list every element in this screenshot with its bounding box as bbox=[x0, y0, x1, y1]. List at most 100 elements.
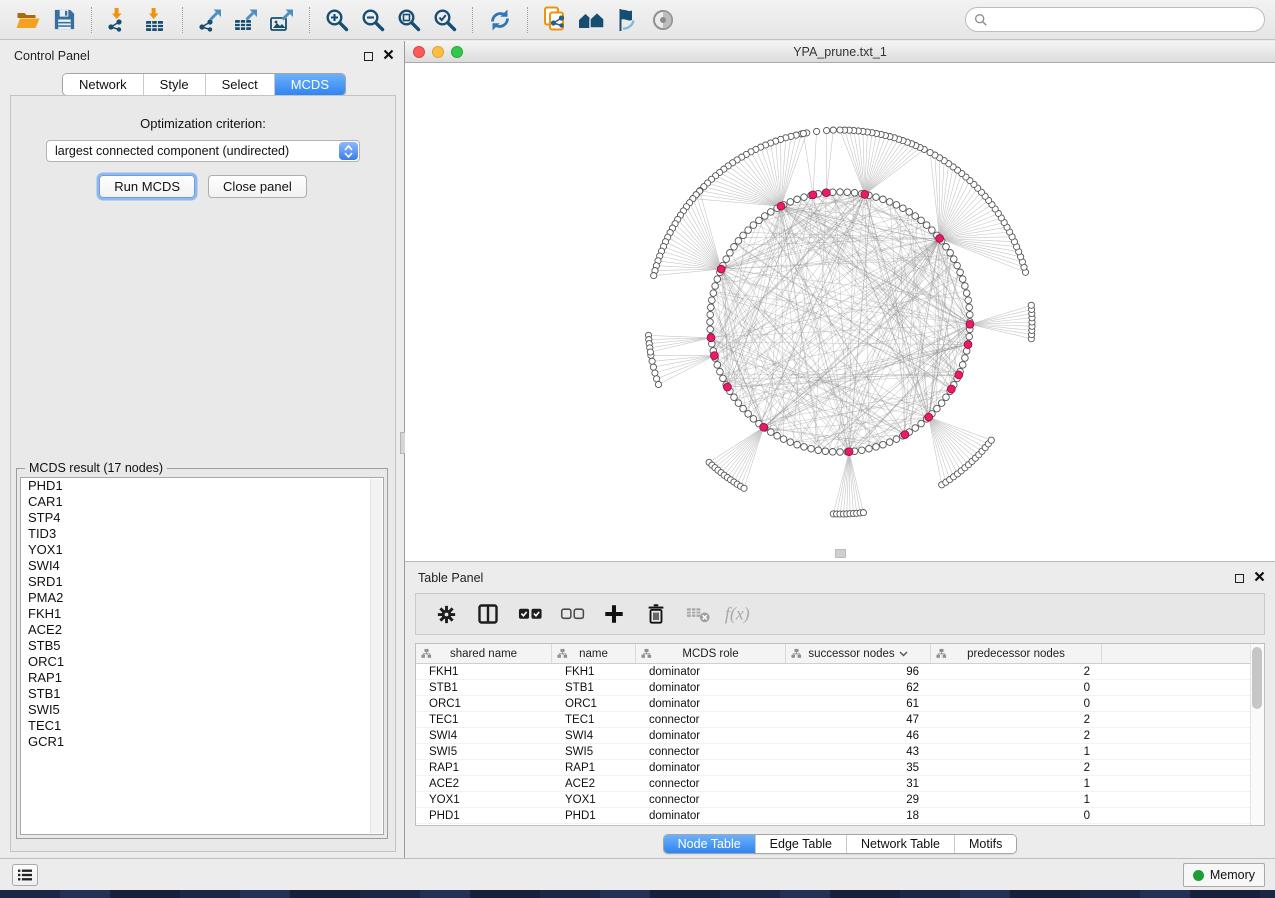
result-node-item[interactable]: SRD1 bbox=[21, 574, 383, 590]
result-node-item[interactable]: RAP1 bbox=[21, 670, 383, 686]
function-builder-button: f(x) bbox=[724, 598, 756, 630]
table-row[interactable]: PHD1PHD1dominator180 bbox=[416, 808, 1264, 824]
table-body: FKH1FKH1dominator962STB1STB1dominator620… bbox=[416, 664, 1264, 824]
delete-column-button[interactable] bbox=[640, 598, 672, 630]
search-input[interactable] bbox=[993, 13, 1256, 27]
optimization-criterion-select[interactable]: largest connected component (undirected) bbox=[46, 140, 360, 162]
format-visual-button[interactable] bbox=[609, 4, 645, 36]
zoom-in-button[interactable] bbox=[319, 4, 355, 36]
table-row[interactable]: SWI4SWI4dominator462 bbox=[416, 728, 1264, 744]
column-header-MCDS-role[interactable]: MCDS role bbox=[636, 644, 786, 663]
network-window-title: YPA_prune.txt_1 bbox=[405, 45, 1275, 59]
show-hide-button[interactable] bbox=[645, 4, 681, 36]
column-header-name[interactable]: name bbox=[552, 644, 636, 663]
add-column-button[interactable] bbox=[598, 598, 630, 630]
table-panel-header: Table Panel bbox=[405, 563, 1275, 593]
settings-gear-button[interactable] bbox=[430, 598, 462, 630]
close-table-panel-icon[interactable] bbox=[1254, 569, 1265, 587]
result-node-item[interactable]: TEC1 bbox=[21, 718, 383, 734]
import-table-icon bbox=[142, 7, 168, 33]
run-mcds-button[interactable]: Run MCDS bbox=[99, 175, 195, 198]
optimization-criterion-label: Optimization criterion: bbox=[11, 116, 395, 131]
result-node-item[interactable]: GCR1 bbox=[21, 734, 383, 750]
table-row[interactable]: RAP1RAP1dominator352 bbox=[416, 760, 1264, 776]
search-box[interactable] bbox=[965, 7, 1265, 32]
table-row[interactable]: ACE2ACE2connector311 bbox=[416, 776, 1264, 792]
tab-network[interactable]: Network bbox=[63, 74, 143, 95]
tab-node-table[interactable]: Node Table bbox=[664, 835, 755, 853]
result-node-item[interactable]: STB5 bbox=[21, 638, 383, 654]
deselect-all-button[interactable] bbox=[556, 598, 588, 630]
result-node-item[interactable]: SWI5 bbox=[21, 702, 383, 718]
export-network-button[interactable] bbox=[192, 4, 228, 36]
result-node-item[interactable]: STP4 bbox=[21, 510, 383, 526]
tab-style[interactable]: Style bbox=[143, 74, 205, 95]
save-session-button[interactable] bbox=[46, 4, 82, 36]
horizontal-splitter-handle[interactable] bbox=[835, 549, 846, 558]
close-panel-button[interactable]: Close panel bbox=[208, 175, 307, 198]
tab-network-table[interactable]: Network Table bbox=[846, 835, 954, 853]
result-node-item[interactable]: FKH1 bbox=[21, 606, 383, 622]
float-table-panel-icon[interactable] bbox=[1235, 574, 1244, 583]
import-table-button[interactable] bbox=[137, 4, 173, 36]
close-panel-icon[interactable] bbox=[383, 47, 394, 65]
table-row[interactable]: TEC1TEC1connector472 bbox=[416, 712, 1264, 728]
network-graph[interactable] bbox=[405, 63, 1275, 562]
zoom-out-button[interactable] bbox=[355, 4, 391, 36]
cell-shared-name: SWI4 bbox=[416, 728, 552, 743]
result-node-item[interactable]: YOX1 bbox=[21, 542, 383, 558]
export-table-button[interactable] bbox=[228, 4, 264, 36]
delete-table-button bbox=[682, 598, 714, 630]
table-scrollbar[interactable] bbox=[1250, 644, 1264, 825]
zoom-fit-button[interactable] bbox=[391, 4, 427, 36]
float-panel-icon[interactable] bbox=[364, 52, 373, 61]
memory-button[interactable]: Memory bbox=[1183, 863, 1265, 887]
column-header-predecessor-nodes[interactable]: predecessor nodes bbox=[931, 644, 1102, 663]
table-row[interactable]: FKH1FKH1dominator962 bbox=[416, 664, 1264, 680]
sort-chevron-icon bbox=[899, 648, 908, 660]
result-node-item[interactable]: SWI4 bbox=[21, 558, 383, 574]
tab-select[interactable]: Select bbox=[205, 74, 274, 95]
column-header-shared-name[interactable]: shared name bbox=[416, 644, 552, 663]
table-row[interactable]: SWI5SWI5connector431 bbox=[416, 744, 1264, 760]
mcds-result-list[interactable]: PHD1CAR1STP4TID3YOX1SWI4SRD1PMA2FKH1ACE2… bbox=[20, 477, 384, 835]
table-row[interactable]: YOX1YOX1connector291 bbox=[416, 792, 1264, 808]
zoom-fit-icon bbox=[396, 7, 422, 33]
network-from-selection-button[interactable] bbox=[537, 4, 573, 36]
cell-MCDS-role: dominator bbox=[636, 760, 786, 775]
tab-edge-table[interactable]: Edge Table bbox=[755, 835, 846, 853]
result-node-item[interactable]: ORC1 bbox=[21, 654, 383, 670]
zoom-selected-button[interactable] bbox=[427, 4, 463, 36]
show-columns-button[interactable] bbox=[472, 598, 504, 630]
cell-shared-name: YOX1 bbox=[416, 792, 552, 807]
table-row[interactable]: STB1STB1dominator620 bbox=[416, 680, 1264, 696]
result-list-scrollbar[interactable] bbox=[370, 479, 382, 833]
table-scrollbar-thumb[interactable] bbox=[1252, 647, 1262, 709]
export-image-button[interactable] bbox=[264, 4, 300, 36]
table-row[interactable]: ORC1ORC1dominator610 bbox=[416, 696, 1264, 712]
import-network-button[interactable] bbox=[101, 4, 137, 36]
select-all-button[interactable] bbox=[514, 598, 546, 630]
column-header-successor-nodes[interactable]: successor nodes bbox=[786, 644, 931, 663]
network-canvas[interactable] bbox=[405, 63, 1275, 562]
tab-motifs[interactable]: Motifs bbox=[954, 835, 1016, 853]
cell-MCDS-role: connector bbox=[636, 744, 786, 759]
task-history-button[interactable] bbox=[12, 864, 38, 886]
first-neighbors-button[interactable] bbox=[573, 4, 609, 36]
result-node-item[interactable]: PMA2 bbox=[21, 590, 383, 606]
refresh-button[interactable] bbox=[482, 4, 518, 36]
status-bar: Memory bbox=[0, 858, 1275, 890]
cell-successor-nodes: 47 bbox=[786, 712, 931, 727]
add-column-icon bbox=[603, 603, 625, 625]
result-node-item[interactable]: TID3 bbox=[21, 526, 383, 542]
tab-mcds[interactable]: MCDS bbox=[274, 74, 345, 95]
result-node-item[interactable]: STB1 bbox=[21, 686, 383, 702]
result-node-item[interactable]: CAR1 bbox=[21, 494, 383, 510]
network-window-titlebar[interactable]: YPA_prune.txt_1 bbox=[405, 41, 1275, 63]
cell-name: ORC1 bbox=[552, 696, 636, 711]
node-table[interactable]: shared namenameMCDS rolesuccessor nodesp… bbox=[415, 643, 1265, 826]
result-node-item[interactable]: ACE2 bbox=[21, 622, 383, 638]
open-file-button[interactable] bbox=[10, 4, 46, 36]
result-node-item[interactable]: PHD1 bbox=[21, 478, 383, 494]
sitemap-icon bbox=[557, 648, 568, 662]
